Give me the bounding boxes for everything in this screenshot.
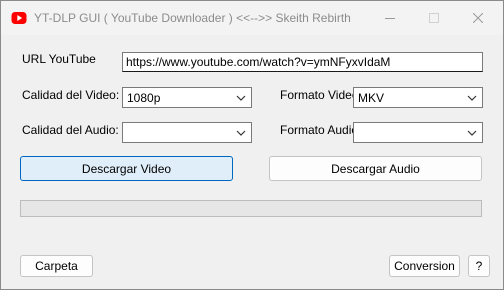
window-title: YT-DLP GUI ( YouTube Downloader ) <<-->>… [34,11,351,25]
download-audio-button[interactable]: Descargar Audio [269,156,482,181]
chevron-down-icon [467,130,477,136]
chevron-down-icon [467,95,477,101]
help-button[interactable]: ? [468,255,490,277]
audio-format-label: Formato Audio: [280,123,362,137]
audio-quality-label: Calidad del Audio: [22,123,119,137]
title-bar[interactable]: YT-DLP GUI ( YouTube Downloader ) <<-->>… [1,1,503,35]
minimize-button[interactable] [373,5,407,31]
conversion-button[interactable]: Conversion [389,255,460,277]
close-icon [473,13,483,23]
url-label: URL YouTube [22,52,96,66]
video-format-value: MKV [358,91,385,105]
video-quality-label: Calidad del Video: [22,88,120,102]
chevron-down-icon [236,130,246,136]
minimize-icon [385,18,395,19]
download-video-button[interactable]: Descargar Video [20,156,233,181]
folder-button[interactable]: Carpeta [20,255,93,277]
video-format-label: Formato Video: [280,88,362,102]
maximize-icon [429,13,439,23]
app-window: YT-DLP GUI ( YouTube Downloader ) <<-->>… [0,0,504,290]
audio-quality-select[interactable] [122,122,252,143]
close-button[interactable] [461,5,495,31]
video-format-select[interactable]: MKV [353,87,483,108]
video-quality-value: 1080p [127,91,161,105]
video-quality-select[interactable]: 1080p [122,87,252,108]
maximize-button[interactable] [417,5,451,31]
audio-format-select[interactable] [353,122,483,143]
download-progress-bar [20,200,482,217]
url-input[interactable]: https://www.youtube.com/watch?v=ymNFyxvI… [122,52,483,72]
chevron-down-icon [236,95,246,101]
youtube-logo-icon [11,12,27,24]
